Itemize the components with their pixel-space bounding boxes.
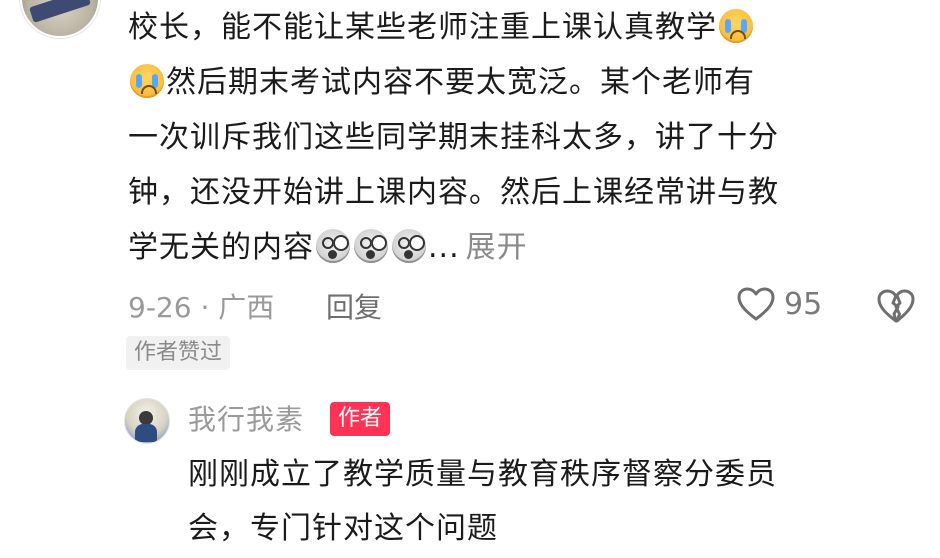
comment-line-5-text: 学无关的内容 [128, 230, 314, 265]
reply-line-1: 刚刚成立了教学质量与教育秩序督察分委员 [188, 457, 777, 492]
comment-line-1: 校长，能不能让某些老师注重上课认真教学 [128, 0, 908, 55]
comment-line-2-text: 然后期末考试内容不要太宽泛。某个老师有 [166, 65, 755, 100]
like-button[interactable]: 95 [736, 286, 822, 322]
reply-avatar[interactable] [124, 398, 170, 444]
expand-link[interactable]: 展开 [466, 230, 528, 265]
comment-thread: 校长，能不能让某些老师注重上课认真教学 然后期末考试内容不要太宽泛。某个老师有 … [0, 0, 940, 558]
ellipsis: ... [428, 230, 460, 265]
comment-line-5: 学无关的内容... 展开 [128, 220, 908, 275]
author-liked-tag: 作者赞过 [126, 336, 231, 370]
avatar-figure-head [139, 411, 153, 425]
like-count: 95 [784, 286, 823, 322]
avatar-graphic [28, 0, 92, 23]
comment-meta-row: 9-26 · 广西 回复 95 [128, 280, 918, 330]
author-badge: 作者 [330, 402, 391, 436]
loudly-crying-face-icon [719, 9, 753, 43]
reply-line-2: 会，专门针对这个问题 [188, 511, 498, 546]
reply-username[interactable]: 我行我素 [188, 398, 304, 438]
reply-button[interactable]: 回复 [326, 286, 382, 326]
comment-line-3: 一次训斥我们这些同学期末挂科太多，讲了十分 [128, 120, 779, 155]
shocked-face-icon [392, 229, 426, 263]
loudly-crying-face-icon [130, 64, 164, 98]
comment-text: 校长，能不能让某些老师注重上课认真教学 然后期末考试内容不要太宽泛。某个老师有 … [128, 0, 908, 275]
broken-heart-icon[interactable] [876, 288, 916, 331]
heart-outline-icon [737, 287, 775, 321]
shocked-face-icon [354, 229, 388, 263]
comment-line-4: 钟，还没开始讲上课内容。然后上课经常讲与教 [128, 175, 779, 210]
comment-line-1-text: 校长，能不能让某些老师注重上课认真教学 [128, 10, 717, 45]
date-location: 9-26 · 广西 [128, 291, 275, 324]
broken-heart-svg [877, 289, 915, 323]
commenter-avatar[interactable] [20, 0, 100, 38]
shocked-face-icon [316, 229, 350, 263]
comment-line-2: 然后期末考试内容不要太宽泛。某个老师有 [128, 55, 908, 110]
avatar-figure-body [135, 424, 157, 442]
reply-text: 刚刚成立了教学质量与教育秩序督察分委员 会，专门针对这个问题 [188, 448, 918, 556]
